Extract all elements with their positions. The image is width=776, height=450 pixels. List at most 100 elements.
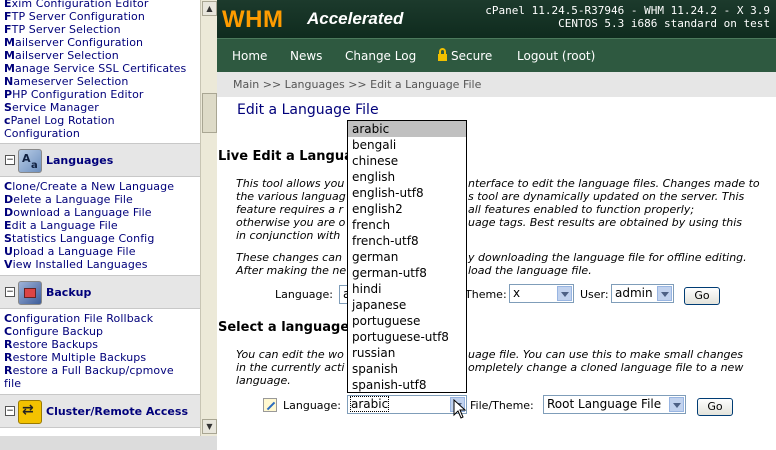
file-language-select[interactable]: arabic bbox=[347, 395, 467, 414]
sidebar-link[interactable]: Delete a Language File bbox=[4, 193, 133, 206]
sidebar-link[interactable]: Restore a Full Backup/cpmove bbox=[4, 364, 174, 377]
description-text: the various languag bbox=[236, 190, 346, 203]
live-user-label: User: bbox=[580, 288, 609, 301]
sidebar-link[interactable]: Mailserver Configuration bbox=[4, 36, 143, 49]
sidebar-link[interactable]: FTP Server Selection bbox=[4, 23, 121, 36]
dropdown-option[interactable]: spanish bbox=[348, 361, 466, 377]
sidebar-link-label: dit a Language File bbox=[11, 219, 118, 232]
sidebar-header-languages[interactable]: − A a Languages bbox=[0, 143, 200, 177]
file-go-button[interactable]: Go bbox=[697, 398, 733, 416]
sidebar-link-label: ameserver Selection bbox=[13, 75, 129, 88]
dropdown-option[interactable]: french bbox=[348, 217, 466, 233]
dropdown-option[interactable]: hindi bbox=[348, 281, 466, 297]
chevron-down-icon[interactable] bbox=[669, 397, 684, 412]
sidebar-link[interactable]: Clone/Create a New Language bbox=[4, 180, 174, 193]
collapse-icon[interactable]: − bbox=[5, 287, 15, 297]
sidebar-link-initial: F bbox=[4, 10, 12, 23]
sidebar-link[interactable]: Mailserver Selection bbox=[4, 49, 119, 62]
sidebar-link[interactable]: Configuration bbox=[4, 127, 80, 140]
dropdown-option[interactable]: english bbox=[348, 169, 466, 185]
sidebar-scrollbar[interactable]: ▲ ▼ bbox=[200, 0, 217, 436]
sidebar-header-cluster[interactable]: − ⇄ Cluster/Remote Access bbox=[0, 394, 200, 428]
chevron-down-icon[interactable] bbox=[657, 286, 672, 301]
description-text: These changes can bbox=[236, 251, 342, 264]
file-theme-label: File/Theme: bbox=[470, 399, 534, 412]
nav-news[interactable]: News bbox=[290, 49, 322, 63]
dropdown-option[interactable]: english2 bbox=[348, 201, 466, 217]
scroll-up-icon[interactable]: ▲ bbox=[202, 1, 217, 16]
live-language-label: Language: bbox=[275, 288, 333, 301]
live-user-select[interactable]: admin bbox=[611, 284, 674, 303]
description-text: load the language file. bbox=[468, 264, 592, 277]
version-text: cPanel 11.24.5-R37946 - WHM 11.24.2 - X … bbox=[485, 4, 770, 17]
sidebar-link-initial: C bbox=[4, 312, 13, 325]
dropdown-option[interactable]: japanese bbox=[348, 297, 466, 313]
language-dropdown-list[interactable]: arabic bengali chinese english english-utf8 e… bbox=[347, 120, 467, 393]
sidebar-link[interactable]: Service Manager bbox=[4, 101, 99, 114]
dropdown-option[interactable]: bengali bbox=[348, 137, 466, 153]
collapse-icon[interactable]: − bbox=[5, 155, 15, 165]
scroll-thumb[interactable] bbox=[202, 93, 217, 133]
live-theme-select[interactable]: x bbox=[509, 284, 574, 303]
sidebar-link-initial: R bbox=[4, 351, 13, 364]
nav-secure-label: Secure bbox=[451, 49, 493, 63]
description-text: s tool are dynamically updated on the se… bbox=[468, 190, 745, 203]
sidebar-link-initial: R bbox=[4, 338, 13, 351]
dropdown-option[interactable]: spanish-utf8 bbox=[348, 377, 466, 392]
description-text: nterface to edit the language files. Cha… bbox=[468, 177, 760, 190]
dropdown-option[interactable]: french-utf8 bbox=[348, 233, 466, 249]
dropdown-option[interactable]: german-utf8 bbox=[348, 265, 466, 281]
sidebar-link-label: TP Server Configuration bbox=[11, 10, 145, 23]
dropdown-option[interactable]: portuguese bbox=[348, 313, 466, 329]
sidebar-link-label: estore Backups bbox=[12, 338, 99, 351]
dropdown-option[interactable]: english-utf8 bbox=[348, 185, 466, 201]
sidebar-link[interactable]: Manage Service SSL Certificates bbox=[4, 62, 186, 75]
sidebar-header-label: Backup bbox=[46, 286, 92, 299]
dropdown-option[interactable]: russian bbox=[348, 345, 466, 361]
sidebar-link-initial: M bbox=[4, 62, 16, 75]
file-theme-select[interactable]: Root Language File bbox=[543, 395, 686, 414]
sidebar-link-initial: U bbox=[4, 245, 14, 258]
sidebar-link[interactable]: Download a Language File bbox=[4, 206, 152, 219]
dropdown-option[interactable]: arabic bbox=[348, 121, 466, 137]
sidebar-link-label: ailserver Configuration bbox=[15, 36, 144, 49]
collapse-icon[interactable]: − bbox=[5, 406, 15, 416]
description-text: language. bbox=[236, 374, 291, 387]
sidebar-link[interactable]: file bbox=[4, 377, 21, 390]
languages-icon: A a bbox=[18, 149, 42, 173]
breadcrumb: Main >> Languages >> Edit a Language Fil… bbox=[233, 78, 482, 91]
dropdown-option[interactable]: chinese bbox=[348, 153, 466, 169]
page-title: Edit a Language File bbox=[237, 102, 379, 118]
sidebar-link[interactable]: Nameserver Selection bbox=[4, 75, 128, 88]
scroll-down-icon[interactable]: ▼ bbox=[202, 419, 217, 434]
sidebar-link[interactable]: cPanel Log Rotation bbox=[4, 114, 115, 127]
sidebar-header-backup[interactable]: − Backup bbox=[0, 275, 200, 309]
edit-icon bbox=[263, 398, 277, 412]
sidebar-link-label: anage Service SSL Certificates bbox=[15, 62, 187, 75]
nav-logout[interactable]: Logout (root) bbox=[517, 49, 595, 63]
dropdown-option[interactable]: portuguese-utf8 bbox=[348, 329, 466, 345]
sidebar-link[interactable]: Exim Configuration Editor bbox=[4, 0, 148, 10]
sidebar-link[interactable]: PHP Configuration Editor bbox=[4, 88, 144, 101]
sidebar-link[interactable]: Upload a Language File bbox=[4, 245, 136, 258]
sidebar-link[interactable]: FTP Server Configuration bbox=[4, 10, 145, 23]
sidebar-link-label: iew Installed Languages bbox=[12, 258, 148, 271]
nav-home[interactable]: Home bbox=[232, 49, 267, 63]
lock-icon bbox=[438, 48, 447, 61]
whm-logo: WHM bbox=[222, 6, 284, 33]
sidebar-link[interactable]: View Installed Languages bbox=[4, 258, 148, 271]
sidebar-link[interactable]: Restore Backups bbox=[4, 338, 98, 351]
sidebar-link[interactable]: Configuration File Rollback bbox=[4, 312, 153, 325]
dropdown-option[interactable]: german bbox=[348, 249, 466, 265]
sidebar-link-initial: E bbox=[4, 219, 12, 232]
sidebar-link[interactable]: Configure Backup bbox=[4, 325, 103, 338]
nav-secure[interactable]: Secure bbox=[438, 48, 493, 63]
nav-changelog[interactable]: Change Log bbox=[345, 49, 416, 63]
sidebar-link[interactable]: Statistics Language Config bbox=[4, 232, 154, 245]
chevron-down-icon[interactable] bbox=[557, 286, 572, 301]
sidebar-link-initial: D bbox=[4, 193, 14, 206]
file-language-label: Language: bbox=[283, 399, 341, 412]
live-go-button[interactable]: Go bbox=[684, 287, 720, 305]
sidebar-link[interactable]: Restore Multiple Backups bbox=[4, 351, 146, 364]
sidebar-link[interactable]: Edit a Language File bbox=[4, 219, 118, 232]
